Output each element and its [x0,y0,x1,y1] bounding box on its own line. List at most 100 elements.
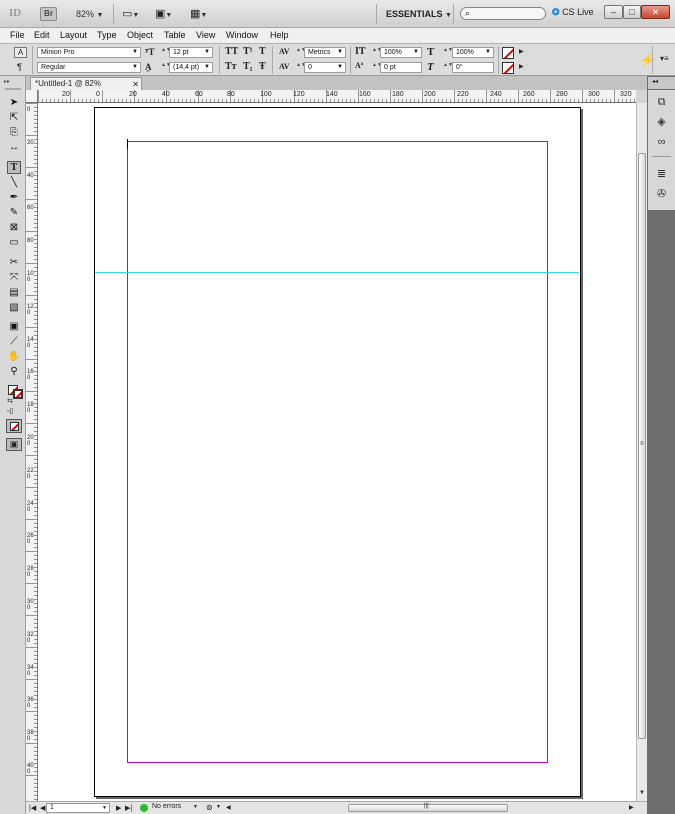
leading-field[interactable]: (14,4 pt) ▼ [169,62,213,73]
zoom-level-dropdown[interactable]: 82% ▼ [76,9,103,19]
strikethrough-button[interactable]: Ŧ [259,61,266,72]
superscript-button[interactable]: T¹ [243,46,253,57]
horizontal-scale-stepper[interactable]: ▲▼ [443,48,453,57]
note-tool-icon[interactable]: ▣ [7,321,21,334]
menu-view[interactable]: View [196,30,215,40]
menu-table[interactable]: Table [164,30,186,40]
skew-field[interactable]: 0° [452,62,494,73]
underline-button[interactable]: T [259,46,266,57]
ruler-origin[interactable] [26,90,38,103]
scissors-tool-icon[interactable]: ✂ [7,257,21,270]
kerning-field[interactable]: Metrics ▼ [304,47,346,58]
tracking-field[interactable]: 0 ▼ [304,62,346,73]
skew-stepper[interactable]: ▲▼ [443,63,453,72]
links-panel-icon[interactable]: ∞ [654,136,669,150]
type-tool-icon[interactable]: T [7,161,21,174]
pencil-tool-icon[interactable]: ✎ [7,207,21,220]
swap-fill-stroke-icon[interactable]: ⇆ [7,397,13,405]
formatting-container-icon[interactable]: ▫▯ [7,407,13,415]
document-page[interactable] [94,107,581,797]
scroll-right-icon[interactable]: ▶ [629,804,634,811]
font-style-field[interactable]: Regular ▼ [37,62,141,73]
workspace-switcher[interactable]: ESSENTIALS ▼ [386,9,452,19]
gradient-feather-tool-icon[interactable]: ▧ [7,302,21,315]
eyedropper-tool-icon[interactable]: ⟋ [7,336,21,349]
chevron-right-icon[interactable]: ▶ [519,48,524,55]
previous-page-icon[interactable]: ◀ [40,804,45,812]
first-page-icon[interactable]: |◀ [29,804,36,812]
panel-menu-icon[interactable]: ▾≡ [660,54,669,63]
scroll-down-icon[interactable]: ▼ [639,790,645,796]
font-size-stepper[interactable]: ▲▼ [161,48,171,57]
chevron-right-icon[interactable]: ▶ [519,63,524,70]
next-page-icon[interactable]: ▶ [116,804,121,812]
menu-object[interactable]: Object [127,30,153,40]
small-caps-button[interactable]: Tт [225,61,237,72]
subscript-button[interactable]: T₁ [243,61,253,72]
expand-panels-icon[interactable]: ◂◂ [652,78,658,85]
selection-tool-icon[interactable]: ➤ [7,97,21,110]
menu-layout[interactable]: Layout [60,30,87,40]
scroll-left-icon[interactable]: ◀ [226,804,231,811]
direct-selection-tool-icon[interactable]: ⇱ [7,112,21,125]
page-tool-icon[interactable]: ⎘ [7,127,21,140]
fill-swatch[interactable] [502,47,514,59]
page-number-field[interactable]: 1 ▼ [46,803,110,813]
character-formatting-toggle[interactable]: A [14,47,27,58]
gap-tool-icon[interactable]: ↔ [7,142,21,155]
minimize-button[interactable]: – [604,5,623,19]
horizontal-ruler[interactable]: 20 0 20 40 60 80 100 120 140 160 180 200… [38,90,636,103]
screen-mode-icon[interactable]: ▣ [6,438,22,451]
search-input[interactable]: ⌕ [460,7,546,20]
zoom-tool-icon[interactable]: ⚲ [7,366,21,379]
close-window-button[interactable]: ✕ [641,5,670,19]
vertical-scrollbar[interactable]: ≡ ▼ [636,103,647,801]
chevron-down-icon[interactable]: ▼ [193,804,198,810]
view-options-button[interactable]: ▭▼ [122,7,139,20]
vertical-scale-field[interactable]: 100% ▼ [380,47,422,58]
chevron-down-icon[interactable]: ▼ [216,804,221,810]
font-size-field[interactable]: 12 pt ▼ [169,47,213,58]
hand-tool-icon[interactable]: ✋ [7,351,21,364]
apply-none-button[interactable] [6,419,22,433]
horizontal-scroll-thumb[interactable]: ||| [348,803,508,812]
bridge-button[interactable]: Br [40,7,57,21]
line-tool-icon[interactable]: ╲ [7,177,21,190]
menu-window[interactable]: Window [226,30,258,40]
preflight-status[interactable]: No errors [152,803,181,810]
layers-panel-icon[interactable]: ◈ [654,116,669,130]
panel-dock-header[interactable]: ◂◂ [648,77,675,89]
menu-help[interactable]: Help [270,30,289,40]
vertical-ruler[interactable]: 0 20 40 60 80 100 120 140 160 180 200 220 240 260 280 3… [26,103,38,801]
rectangle-tool-icon[interactable]: ▭ [7,237,21,250]
gradient-swatch-tool-icon[interactable]: ▤ [7,287,21,300]
document-tab[interactable]: *Untitled-1 @ 82% ✕ [30,77,142,90]
quick-apply-icon[interactable]: ⚡ [640,53,655,67]
vertical-scale-stepper[interactable]: ▲▼ [372,48,382,57]
rectangle-frame-tool-icon[interactable]: ⊠ [7,222,21,235]
collapse-icon[interactable]: ▸▸ [4,78,10,85]
baseline-shift-field[interactable]: 0 pt [380,62,422,73]
vertical-scroll-thumb[interactable]: ≡ [638,153,646,739]
menu-file[interactable]: File [10,30,25,40]
screen-mode-button[interactable]: ▣▼ [155,7,172,20]
baseline-shift-stepper[interactable]: ▲▼ [372,63,382,72]
preflight-panel-icon[interactable]: ⊚ [206,803,213,812]
font-family-field[interactable]: Minion Pro ▼ [37,47,141,58]
stroke-box[interactable] [13,389,23,399]
swatches-panel-icon[interactable]: ✇ [654,188,669,202]
pen-tool-icon[interactable]: ✒ [7,192,21,205]
cs-live-button[interactable]: ✪ CS Live [552,7,594,18]
all-caps-button[interactable]: TT [225,46,238,57]
leading-stepper[interactable]: ▲▼ [161,63,171,72]
ruler-guide[interactable] [95,272,579,273]
kerning-stepper[interactable]: ▲▼ [296,48,306,57]
arrange-documents-button[interactable]: ▦▼ [190,7,207,20]
menu-edit[interactable]: Edit [34,30,50,40]
paragraph-formatting-toggle[interactable]: ¶ [17,62,22,72]
last-page-icon[interactable]: ▶| [125,804,132,812]
pages-panel-icon[interactable]: ⧉ [654,96,669,110]
tracking-stepper[interactable]: ▲▼ [296,63,306,72]
stroke-panel-icon[interactable]: ≣ [654,168,669,182]
maximize-button[interactable]: □ [623,5,641,19]
